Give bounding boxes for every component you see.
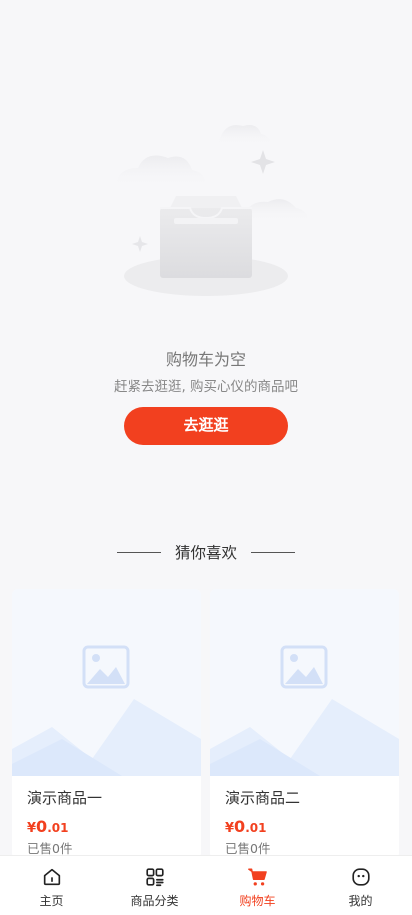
tab-category[interactable]: 商品分类 [103,856,206,915]
product-card[interactable]: 演示商品一 ¥0.01 已售0件 [12,589,201,859]
cart-icon [247,868,267,886]
recommend-heading-text: 猜你喜欢 [174,544,237,562]
divider-left [116,551,161,553]
tab-cart[interactable]: 购物车 [206,856,309,915]
tab-category-label: 商品分类 [130,894,179,908]
product-price: ¥0.01 [225,817,266,836]
profile-icon [351,868,370,886]
tab-cart-label: 购物车 [239,894,276,908]
tab-home-label: 主页 [39,894,64,908]
go-shopping-button[interactable]: 去逛逛 [124,407,288,445]
price-decimal: .01 [47,821,69,835]
category-icon [145,868,164,887]
empty-cart-illustration [116,125,308,296]
price-integer: 0 [234,817,246,836]
currency-symbol: ¥ [27,821,37,836]
product-price: ¥0.01 [27,817,68,836]
home-icon [43,868,60,886]
product-name: 演示商品二 [225,789,301,807]
divider-right [251,551,295,553]
tab-home[interactable]: 主页 [0,856,103,915]
bottom-tab-bar: 主页 商品分类 购物车 我的 [0,855,412,915]
price-decimal: .01 [245,821,267,835]
price-integer: 0 [36,817,48,836]
empty-cart-subtitle: 赶紧去逛逛, 购买心仪的商品吧 [113,379,299,395]
currency-symbol: ¥ [225,821,235,836]
product-name: 演示商品一 [27,789,103,807]
product-image-placeholder [210,589,399,776]
tab-profile-label: 我的 [348,894,373,908]
empty-cart-title: 购物车为空 [165,350,246,369]
product-image-placeholder [12,589,201,776]
tab-profile[interactable]: 我的 [309,856,412,915]
product-card[interactable]: 演示商品二 ¥0.01 已售0件 [210,589,399,859]
recommend-heading: 猜你喜欢 [0,540,412,564]
